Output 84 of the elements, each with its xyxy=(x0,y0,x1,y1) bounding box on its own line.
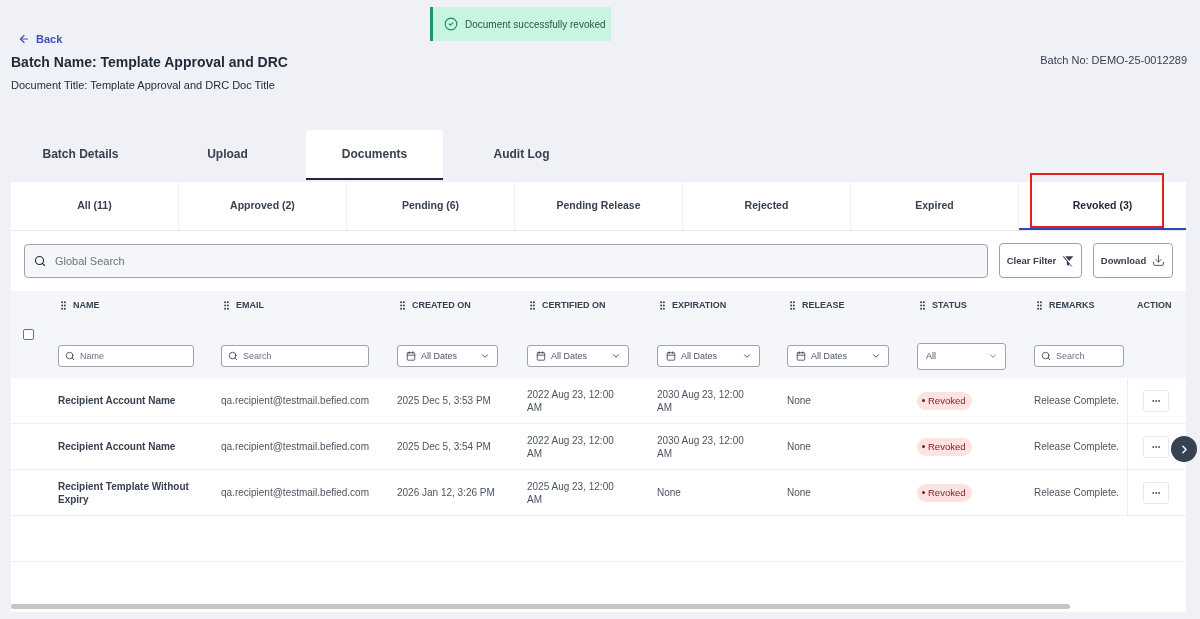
main-tab[interactable]: Documents xyxy=(306,130,443,180)
chevron-down-icon xyxy=(742,351,752,361)
chevron-down-icon xyxy=(871,351,881,361)
date-text: 2022 Aug 23, 12:00 AM xyxy=(527,433,615,460)
date-text: 2025 Aug 23, 12:00 AM xyxy=(527,479,615,506)
search-icon xyxy=(34,254,46,267)
date-filter-dropdown[interactable]: All Dates xyxy=(397,345,498,367)
drag-handle-icon[interactable] xyxy=(1034,299,1045,311)
drag-handle-icon[interactable] xyxy=(917,299,928,311)
chevron-down-icon xyxy=(988,351,998,361)
date-filter-dropdown[interactable]: All Dates xyxy=(657,345,760,367)
main-tab[interactable]: Upload xyxy=(159,130,296,180)
drag-handle-icon[interactable] xyxy=(221,299,232,311)
column-header: ACTION xyxy=(1137,300,1172,310)
drag-handle-icon[interactable] xyxy=(397,299,408,311)
column-header: CERTIFIED ON xyxy=(542,300,606,310)
calendar-icon xyxy=(666,351,676,361)
back-link[interactable]: Back xyxy=(18,31,63,47)
column-header: EXPIRATION xyxy=(672,300,727,310)
status-label: Revoked xyxy=(928,441,966,452)
drag-handle-icon[interactable] xyxy=(527,299,538,311)
filter-search-field[interactable]: Search xyxy=(221,345,369,367)
global-search-field[interactable]: Global Search xyxy=(24,243,988,278)
name-text: Recipient Account Name xyxy=(58,440,176,453)
date-text: 2030 Aug 23, 12:00 AM xyxy=(657,433,745,460)
date-text: 2022 Aug 23, 12:00 AM xyxy=(527,387,615,414)
email-text: qa.recipient@testmail.befied.com xyxy=(221,440,369,453)
date-text: 2030 Aug 23, 12:00 AM xyxy=(657,387,745,414)
main-tab[interactable]: Audit Log xyxy=(453,130,590,180)
status-dot-icon xyxy=(922,445,925,448)
calendar-icon xyxy=(536,351,546,361)
name-text: Recipient Account Name xyxy=(58,394,176,407)
search-icon xyxy=(65,351,75,361)
column-header: RELEASE xyxy=(802,300,845,310)
remarks-text: Release Complete. xyxy=(1034,440,1120,453)
select-all-checkbox[interactable] xyxy=(23,329,34,340)
status-label: Revoked xyxy=(928,487,966,498)
name-text: Recipient Template Without Expiry xyxy=(58,479,190,506)
filter-search-field[interactable]: Search xyxy=(1034,345,1124,367)
date-text: 2025 Dec 5, 3:54 PM xyxy=(397,440,491,453)
column-header: REMARKS xyxy=(1049,300,1095,310)
status-filter-select[interactable]: All xyxy=(917,342,1006,370)
download-icon xyxy=(1152,254,1166,267)
column-header: STATUS xyxy=(932,300,967,310)
release-text: None xyxy=(787,486,811,499)
date-text: 2025 Dec 5, 3:53 PM xyxy=(397,394,491,407)
chevron-down-icon xyxy=(480,351,490,361)
column-header: NAME xyxy=(73,300,100,310)
status-dot-icon xyxy=(922,399,925,402)
date-filter-dropdown[interactable]: All Dates xyxy=(527,345,629,367)
drag-handle-icon[interactable] xyxy=(657,299,668,311)
document-title: Document Title: Template Approval and DRC Doc Title xyxy=(11,78,275,92)
filter-search-field[interactable]: Name xyxy=(58,345,194,367)
arrow-left-icon xyxy=(18,33,30,45)
toast-message: Document successfully revoked xyxy=(465,18,606,30)
date-text: None xyxy=(657,486,681,499)
column-header: EMAIL xyxy=(236,300,264,310)
drag-handle-icon[interactable] xyxy=(787,299,798,311)
main-tab[interactable]: Batch Details xyxy=(12,130,149,180)
remarks-text: Release Complete. xyxy=(1034,486,1120,499)
status-label: Revoked xyxy=(928,395,966,406)
calendar-icon xyxy=(406,351,416,361)
scroll-right-button[interactable] xyxy=(1171,436,1197,462)
date-filter-dropdown[interactable]: All Dates xyxy=(787,345,889,367)
download-button[interactable]: Download xyxy=(1093,243,1173,278)
batch-number: Batch No: DEMO-25-0012289 xyxy=(1040,53,1187,67)
clear-filter-button[interactable]: Clear Filter xyxy=(999,243,1082,278)
search-icon xyxy=(1041,351,1051,361)
status-dot-icon xyxy=(922,491,925,494)
horizontal-scrollbar[interactable] xyxy=(11,604,1070,609)
calendar-icon xyxy=(796,351,806,361)
email-text: qa.recipient@testmail.befied.com xyxy=(221,394,369,407)
chevron-down-icon xyxy=(611,351,621,361)
batch-name-heading: Batch Name: Template Approval and DRC xyxy=(11,53,288,71)
search-icon xyxy=(228,351,238,361)
date-text: 2026 Jan 12, 3:26 PM xyxy=(397,486,495,499)
check-circle-icon xyxy=(444,17,458,31)
drag-handle-icon[interactable] xyxy=(58,299,69,311)
remarks-text: Release Complete. xyxy=(1034,394,1120,407)
filter-clear-icon xyxy=(1062,254,1075,267)
column-header: CREATED ON xyxy=(412,300,471,310)
email-text: qa.recipient@testmail.befied.com xyxy=(221,486,369,499)
release-text: None xyxy=(787,394,811,407)
release-text: None xyxy=(787,440,811,453)
